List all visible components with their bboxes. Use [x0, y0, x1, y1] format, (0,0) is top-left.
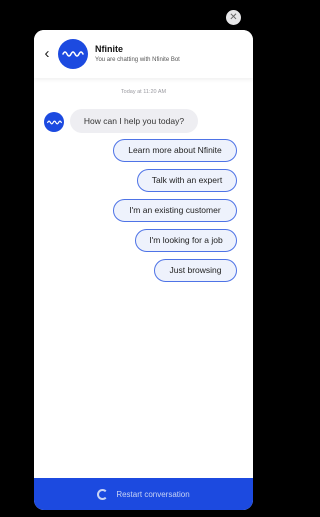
restart-button[interactable]: Restart conversation	[34, 478, 253, 510]
message-timestamp: Today at 11:20 AM	[120, 89, 167, 95]
nfinite-logo-icon	[62, 51, 84, 57]
back-button[interactable]: ‹	[40, 46, 54, 62]
restart-label: Restart conversation	[116, 489, 190, 499]
bot-message: How can I help you today?	[70, 109, 198, 133]
option-just-browsing[interactable]: Just browsing	[154, 259, 237, 282]
option-talk-expert[interactable]: Talk with an expert	[137, 169, 237, 192]
nfinite-logo-icon	[46, 120, 62, 124]
option-learn-more[interactable]: Learn more about Nfinite	[113, 139, 237, 162]
chat-subtitle: You are chatting with Nfinite Bot	[95, 57, 180, 63]
close-icon: ✕	[229, 12, 238, 23]
bot-message-avatar	[44, 112, 64, 132]
chat-title: Nfinite	[95, 44, 123, 54]
chevron-left-icon: ‹	[44, 45, 50, 62]
close-button[interactable]: ✕	[226, 10, 241, 25]
option-looking-for-job[interactable]: I'm looking for a job	[135, 229, 237, 252]
chat-widget: ‹ Nfinite You are chatting with Nfinite …	[34, 30, 253, 510]
restart-icon	[97, 488, 109, 500]
option-existing-customer[interactable]: I'm an existing customer	[113, 199, 237, 222]
chat-header: ‹ Nfinite You are chatting with Nfinite …	[34, 30, 253, 78]
bot-avatar	[58, 39, 88, 69]
